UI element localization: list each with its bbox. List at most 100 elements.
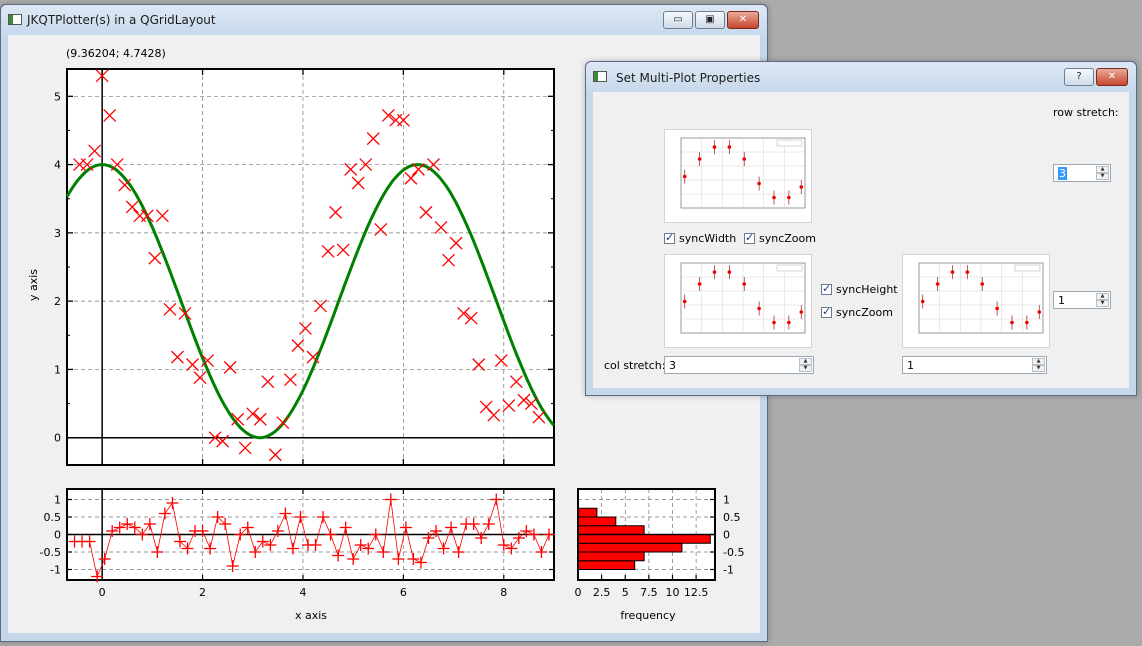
thumb-point [742,157,747,161]
x-tick-label: 6 [400,586,407,599]
y-tick-label: 0.5 [44,511,62,524]
y-tick-label: -0.5 [723,546,744,559]
spin-up-icon[interactable]: ▲ [1096,166,1109,173]
x-tick-label: 0 [575,586,582,599]
thumb-point [772,195,776,200]
x-tick-label: 8 [500,586,507,599]
residual-plot[interactable]: 1 0.5 0 -0.5 -1 0 2 4 6 8 [40,488,555,599]
checkbox-checked-icon [664,231,675,244]
checkbox-checked-icon [821,282,832,295]
spin-up-icon[interactable]: ▲ [1032,358,1045,365]
dialog-close-button[interactable]: ✕ [1096,68,1128,86]
y-tick-label: 0.5 [723,511,741,524]
main-plot[interactable]: 0 1 2 3 4 5 [54,68,556,466]
thumb-point [995,306,999,311]
spin-down-icon[interactable]: ▼ [1096,300,1109,307]
histogram-plot[interactable]: 0 2.5 5 7.5 10 12.5 1 0.5 0 -0.5 -1 [575,488,745,599]
thumb-point [980,282,985,286]
x-tick-label: 4 [299,586,306,599]
row-stretch-top-spinbox[interactable]: 3 ▲ ▼ [1053,164,1111,182]
thumb-point [965,270,970,274]
col-stretch-left-spinbox[interactable]: 3 ▲ ▼ [664,356,814,374]
thumb-point [757,181,761,186]
main-titlebar[interactable]: JKQTPlotter(s) in a QGridLayout ▭ ▣ ✕ [1,5,767,35]
row-stretch-label: row stretch: [1053,106,1119,119]
histogram-bar [577,551,645,562]
spin-up-icon[interactable]: ▲ [799,358,812,365]
thumb-point [935,282,940,286]
y-tick-label: 0 [54,529,61,542]
checkbox-checked-icon [744,231,755,244]
dialog-app-icon [593,71,607,82]
thumb-point [742,282,747,286]
histogram-bar [577,560,636,570]
maximize-button[interactable]: ▣ [695,11,725,29]
cursor-readout: (9.36204; 4.7428) [66,47,166,60]
thumb-point [697,157,702,161]
histogram-bar [577,507,598,518]
sync-zoom-row-checkbox[interactable]: syncZoom [821,305,893,319]
histogram-bar [577,542,683,553]
sync-width-checkbox[interactable]: syncWidth [664,231,737,245]
y-tick-label: 4 [54,159,61,172]
thumb-point [920,299,925,304]
x-tick-label: 2 [199,586,206,599]
y-tick-label: 2 [54,295,61,308]
close-button[interactable]: ✕ [727,11,759,29]
thumb-point [950,270,955,274]
minimize-button[interactable]: ▭ [663,11,693,29]
spin-up-icon[interactable]: ▲ [1096,293,1109,300]
y-tick-label: -1 [723,564,734,577]
thumb-point [799,310,804,314]
thumb-point [727,145,732,149]
thumb-point [682,174,687,179]
x-tick-label: 7.5 [640,586,658,599]
x-tick-label: 12.5 [684,586,709,599]
thumb-point [1025,320,1029,325]
histogram-bar [577,534,711,544]
histogram-xlabel: frequency [620,609,676,622]
thumbnail-plot-bottom-right [902,254,1050,348]
col-stretch-right-spinbox[interactable]: 1 ▲ ▼ [902,356,1047,374]
app-icon [8,14,22,25]
residual-plot-xlabel: x axis [295,609,327,622]
thumb-point [757,306,761,311]
row-stretch-bottom-spinbox[interactable]: 1 ▲ ▼ [1053,291,1111,309]
sync-height-label: syncHeight [836,283,898,296]
histogram-bar [577,516,617,527]
thumb-point [682,299,687,304]
histogram-bar [577,525,645,535]
sync-zoom-row-label: syncZoom [836,306,893,319]
thumb-point [712,270,717,274]
dialog-titlebar[interactable]: Set Multi-Plot Properties ? ✕ [586,62,1136,92]
sync-height-checkbox[interactable]: syncHeight [821,282,898,296]
help-button[interactable]: ? [1064,68,1094,86]
thumb-legend [776,264,803,272]
thumbnail-plot-bottom-left [664,254,812,348]
x-tick-label: 2.5 [593,586,611,599]
spin-down-icon[interactable]: ▼ [799,365,812,372]
sync-width-label: syncWidth [679,232,737,245]
x-tick-label: 10 [665,586,679,599]
sync-zoom-col-checkbox[interactable]: syncZoom [744,231,816,245]
thumb-legend [1014,264,1041,272]
thumb-point [1037,310,1042,314]
thumb-point [787,195,791,200]
y-tick-label: 5 [54,90,61,103]
thumb-point [697,282,702,286]
checkbox-checked-icon [821,305,832,318]
spin-down-icon[interactable]: ▼ [1096,173,1109,180]
main-plot-ylabel: y axis [27,269,40,301]
y-tick-label: -0.5 [40,546,61,559]
col-stretch-label: col stretch: [604,359,666,372]
row-stretch-top-value: 3 [1058,167,1067,180]
y-tick-label: 3 [54,227,61,240]
dialog-client-area: row stretch: 3 ▲▼ syncWidth syncZoom syn… [593,92,1129,388]
thumb-point [1010,320,1014,325]
spin-down-icon[interactable]: ▼ [1032,365,1045,372]
y-tick-label: 0 [54,432,61,445]
y-tick-label: 1 [723,494,730,507]
y-tick-label: -1 [50,564,61,577]
y-tick-label: 1 [54,363,61,376]
x-tick-label: 5 [622,586,629,599]
